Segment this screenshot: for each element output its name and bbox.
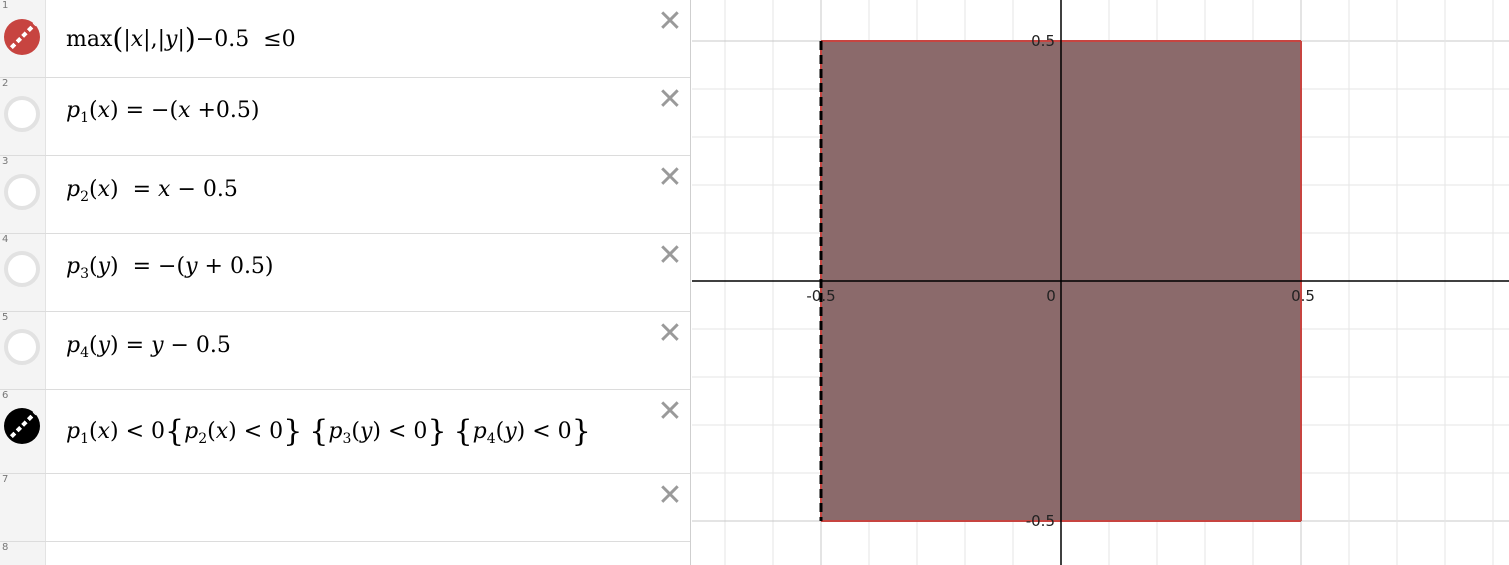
fn-name: p: [66, 419, 81, 444]
expression-4-math[interactable]: p3(y) = −(y + 0.5): [66, 254, 274, 282]
graph-canvas[interactable]: -0.5 0 0.5 0.5 -0.5: [692, 0, 1509, 565]
expr-rest: −0.5: [195, 27, 250, 52]
rhs-post: + 0.5): [204, 254, 274, 279]
dashed-stripe-icon: [5, 20, 39, 54]
row-number: 1: [2, 0, 9, 11]
expression-row-7[interactable]: 7 ✕: [0, 474, 690, 542]
subscript: 2: [80, 189, 90, 205]
rhs-post: − 0.5: [177, 177, 238, 202]
graph-svg[interactable]: -0.5 0 0.5 0.5 -0.5: [692, 0, 1509, 565]
color-toggle-icon[interactable]: [4, 174, 40, 210]
arg: y: [504, 419, 517, 444]
expression-1-math[interactable]: max(|x|,|y|)−0.5 ≤0: [66, 22, 296, 55]
expression-list: 1 max(|x|,|y|)−0.5 ≤0 ✕ 2 p1(x) = −(x +0…: [0, 0, 691, 565]
arg: x: [97, 177, 111, 202]
subscript: 3: [342, 431, 352, 447]
rhs-pre: =: [125, 333, 145, 358]
relation: < 0: [388, 419, 428, 444]
expression-2-math[interactable]: p1(x) = −(x +0.5): [66, 98, 260, 126]
row-number: 3: [2, 156, 9, 167]
row-number: 5: [2, 312, 9, 323]
close-icon[interactable]: ✕: [656, 85, 684, 115]
arg: x: [97, 419, 111, 444]
close-icon[interactable]: ✕: [656, 397, 684, 427]
subscript: 1: [80, 431, 90, 447]
fn-name: p: [184, 419, 199, 444]
fn-name: p: [328, 419, 343, 444]
expression-row-6[interactable]: 6 p1(x) < 0{p2(x) < 0} {p3(y) < 0} {p4(y…: [0, 390, 690, 474]
var-x: x: [130, 27, 144, 52]
color-toggle-icon[interactable]: [4, 96, 40, 132]
relation: < 0: [125, 419, 166, 444]
subscript: 4: [80, 345, 90, 361]
subscript: 1: [80, 110, 90, 126]
rhs-post: − 0.5: [170, 333, 231, 358]
close-icon[interactable]: ✕: [656, 7, 684, 37]
var-y: y: [165, 27, 178, 52]
fn-name: max: [66, 27, 113, 52]
tick-label-x-pos: 0.5: [1291, 287, 1315, 305]
row-number: 4: [2, 234, 9, 245]
fn-name: p: [66, 254, 81, 279]
close-icon[interactable]: ✕: [656, 319, 684, 349]
rhs-var: x: [158, 177, 171, 202]
tick-label-y-neg: -0.5: [1026, 512, 1055, 530]
row-number: 6: [2, 390, 9, 401]
arg: y: [97, 254, 111, 279]
rhs-pre: = −(: [132, 254, 186, 279]
tick-label-origin: 0: [1046, 287, 1056, 305]
close-icon[interactable]: ✕: [656, 241, 684, 271]
rhs-post: +0.5): [197, 98, 260, 123]
expression-row-3[interactable]: 3 p2(x) = x − 0.5 ✕: [0, 156, 690, 234]
expression-row-1[interactable]: 1 max(|x|,|y|)−0.5 ≤0 ✕: [0, 0, 690, 78]
rhs-var: y: [185, 254, 198, 279]
subscript: 3: [80, 266, 90, 282]
fn-name: p: [472, 419, 487, 444]
close-icon[interactable]: ✕: [656, 163, 684, 193]
arg: x: [215, 419, 229, 444]
arg: x: [97, 98, 111, 123]
expression-row-8[interactable]: 8: [0, 542, 690, 565]
color-toggle-icon[interactable]: [4, 329, 40, 365]
rhs-pre: = −(: [125, 98, 179, 123]
fn-name: p: [66, 98, 81, 123]
tick-label-x-neg: -0.5: [806, 287, 835, 305]
relation: < 0: [532, 419, 572, 444]
arg: y: [97, 333, 111, 358]
color-toggle-icon[interactable]: [4, 251, 40, 287]
expression-5-math[interactable]: p4(y) = y − 0.5: [66, 333, 231, 361]
arg: y: [359, 419, 373, 444]
rhs-var: y: [151, 333, 164, 358]
close-icon[interactable]: ✕: [656, 481, 684, 511]
expression-row-5[interactable]: 5 p4(y) = y − 0.5 ✕: [0, 312, 690, 390]
row-number: 2: [2, 78, 9, 89]
subscript: 4: [486, 431, 496, 447]
color-toggle-icon[interactable]: [4, 19, 40, 55]
fn-name: p: [66, 177, 81, 202]
fn-name: p: [66, 333, 81, 358]
row-number: 7: [2, 474, 9, 485]
relation: < 0: [243, 419, 284, 444]
rhs-var: x: [178, 98, 191, 123]
expression-row-4[interactable]: 4 p3(y) = −(y + 0.5) ✕: [0, 234, 690, 312]
subscript: 2: [198, 431, 208, 447]
row-number: 8: [2, 542, 9, 553]
relation: ≤: [263, 27, 282, 52]
expression-row-2[interactable]: 2 p1(x) = −(x +0.5) ✕: [0, 78, 690, 156]
rhs: 0: [281, 27, 296, 52]
color-toggle-icon[interactable]: [4, 408, 40, 444]
tick-label-y-pos: 0.5: [1031, 32, 1055, 50]
expression-3-math[interactable]: p2(x) = x − 0.5: [66, 177, 238, 205]
expression-6-math[interactable]: p1(x) < 0{p2(x) < 0} {p3(y) < 0} {p4(y) …: [66, 414, 591, 449]
rhs-pre: =: [132, 177, 152, 202]
